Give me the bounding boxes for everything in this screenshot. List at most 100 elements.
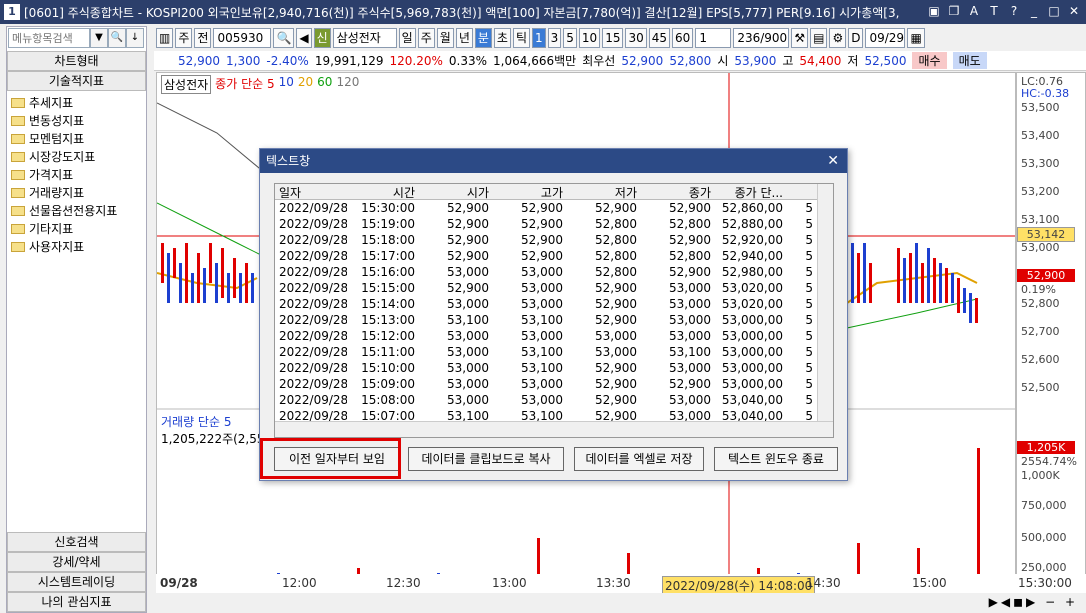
table-row[interactable]: 2022/09/28 15:19:00 52,900 52,900 52,800 52,8… (275, 216, 833, 232)
minimize-icon[interactable]: _ (1026, 3, 1042, 19)
buy-button[interactable]: 매수 (912, 52, 947, 69)
range-field[interactable]: 236/900 (733, 28, 790, 48)
system-trading-button[interactable]: 시스템트레이딩 (7, 572, 146, 592)
interval-30[interactable]: 30 (625, 28, 647, 48)
tree-item[interactable]: 기타지표 (11, 220, 142, 238)
market-select[interactable]: 주 (175, 28, 193, 48)
period-day[interactable]: 일 (398, 28, 416, 48)
low: 52,500 (864, 53, 907, 68)
table-row[interactable]: 2022/09/28 15:16:00 53,000 53,000 52,800 52,9… (275, 264, 833, 280)
table-row[interactable]: 2022/09/28 15:11:00 53,000 53,100 53,000 53,1… (275, 344, 833, 360)
sound-icon[interactable]: ◀ (296, 28, 312, 48)
window-title: [0601] 주식종합차트 - KOSPI200 외국인보유[2,940,716… (24, 5, 900, 20)
title-bar: 1 [0601] 주식종합차트 - KOSPI200 외국인보유[2,940,7… (0, 0, 1086, 24)
tool-icon[interactable]: ⚒ (791, 28, 809, 48)
table-cell: 53,000 (669, 393, 711, 407)
my-indicator-button[interactable]: 나의 관심지표 (7, 592, 146, 612)
dropdown-icon[interactable]: ▼ (90, 28, 108, 48)
table-row[interactable]: 2022/09/28 15:12:00 53,000 53,000 53,000 53,0… (275, 328, 833, 344)
x-tick: 13:00 (492, 576, 527, 590)
horizontal-scrollbar[interactable] (275, 421, 833, 437)
tech-indicator-button[interactable]: 기술적지표 (7, 71, 146, 91)
save-icon[interactable]: ▤ (810, 28, 828, 48)
period-minute[interactable]: 분 (474, 28, 492, 48)
table-cell: 53,000 (595, 345, 637, 359)
table-row[interactable]: 2022/09/28 15:17:00 52,900 52,900 52,800 52,8… (275, 248, 833, 264)
table-row[interactable]: 2022/09/28 15:10:00 53,000 53,100 52,900 53,0… (275, 360, 833, 376)
tick-label: 250,000 (1021, 561, 1067, 574)
table-cell: 52,900 (669, 377, 711, 391)
count-input[interactable]: 1 (695, 28, 732, 48)
table-cell: 5 (805, 361, 813, 375)
tree-item[interactable]: 시장강도지표 (11, 148, 142, 166)
vertical-scrollbar[interactable] (817, 184, 833, 437)
close-icon[interactable]: ✕ (827, 149, 839, 173)
sell-button[interactable]: 매도 (952, 52, 987, 69)
zoom-controls[interactable]: ▶◀◼▶ − + (989, 595, 1078, 609)
t-icon[interactable]: T (986, 3, 1002, 19)
table-cell: 53,000 (669, 313, 711, 327)
window-icon[interactable]: ▣ (926, 3, 942, 19)
strength-button[interactable]: 강세/약세 (7, 552, 146, 572)
maximize-icon[interactable]: □ (1046, 3, 1062, 19)
x-tick: 15:00 (912, 576, 947, 590)
interval-10[interactable]: 10 (578, 28, 601, 48)
copy-to-clipboard-button[interactable]: 데이터를 클립보드로 복사 (408, 447, 564, 471)
chart-icon[interactable]: ▥ (156, 28, 174, 48)
help-icon[interactable]: ? (1006, 3, 1022, 19)
table-row[interactable]: 2022/09/28 15:09:00 53,000 53,000 52,900 52,9… (275, 376, 833, 392)
period-second[interactable]: 초 (493, 28, 511, 48)
table-cell: 2022/09/28 (279, 377, 347, 391)
tree-item[interactable]: 거래량지표 (11, 184, 142, 202)
table-row[interactable]: 2022/09/28 15:13:00 53,100 53,100 52,900 53,0… (275, 312, 833, 328)
bottom-scroll-bar[interactable]: ▶◀◼▶ − + (154, 593, 1086, 613)
menu-search-input[interactable] (8, 28, 90, 48)
tree-item[interactable]: 추세지표 (11, 94, 142, 112)
current-price-marker: 52,900 (1017, 269, 1075, 282)
tree-item[interactable]: 가격지표 (11, 166, 142, 184)
stock-name-field[interactable]: 삼성전자 (332, 28, 397, 48)
interval-5[interactable]: 5 (563, 28, 577, 48)
close-text-window-button[interactable]: 텍스트 윈도우 종료 (714, 447, 838, 471)
period-tick[interactable]: 틱 (512, 28, 530, 48)
period-month[interactable]: 월 (436, 28, 454, 48)
interval-60[interactable]: 60 (672, 28, 694, 48)
down-arrow-icon[interactable]: ↓ (126, 28, 144, 48)
table-row[interactable]: 2022/09/28 15:14:00 53,000 53,000 52,900 53,0… (275, 296, 833, 312)
volume-marker-rate: 2554.74% (1021, 455, 1077, 468)
table-row[interactable]: 2022/09/28 15:08:00 53,000 53,000 52,900 53,0… (275, 392, 833, 408)
tree-item[interactable]: 사용자지표 (11, 238, 142, 256)
table-row[interactable]: 2022/09/28 15:18:00 52,900 52,900 52,800 52,9… (275, 232, 833, 248)
interval-1[interactable]: 1 (532, 28, 546, 48)
search-icon[interactable]: 🔍 (108, 28, 126, 48)
save-to-excel-button[interactable]: 데이터를 엑셀로 저장 (574, 447, 704, 471)
restore-icon[interactable]: ❐ (946, 3, 962, 19)
prev-button[interactable]: 전 (194, 28, 212, 48)
interval-3[interactable]: 3 (547, 28, 562, 48)
close-icon[interactable]: ✕ (1066, 3, 1082, 19)
calendar-icon[interactable]: ▦ (907, 28, 925, 48)
signal-search-button[interactable]: 신호검색 (7, 532, 146, 552)
table-cell: 52,900 (669, 233, 711, 247)
font-icon[interactable]: A (966, 3, 982, 19)
period-year[interactable]: 년 (455, 28, 473, 48)
date-input[interactable]: 09/29 (865, 28, 906, 48)
new-badge[interactable]: 신 (313, 28, 331, 48)
tree-item[interactable]: 선물옵션전용지표 (11, 202, 142, 220)
interval-45[interactable]: 45 (648, 28, 671, 48)
vol-rate: 120.20% (389, 53, 443, 68)
search-icon[interactable]: 🔍 (273, 28, 295, 48)
period-week[interactable]: 주 (417, 28, 435, 48)
chart-type-button[interactable]: 차트형태 (7, 51, 146, 71)
tree-item[interactable]: 변동성지표 (11, 112, 142, 130)
tree-item[interactable]: 모멘텀지표 (11, 130, 142, 148)
table-row[interactable]: 2022/09/28 15:15:00 52,900 53,000 52,900 53,0… (275, 280, 833, 296)
date-check[interactable]: D (848, 28, 864, 48)
code-input[interactable]: 005930 (213, 28, 272, 48)
table-row[interactable]: 2022/09/28 15:30:00 52,900 52,900 52,900 52,9… (275, 200, 833, 216)
table-cell: 2022/09/28 (279, 329, 347, 343)
gear-icon[interactable]: ⚙ (829, 28, 847, 48)
data-grid[interactable]: 일자 시간 시가 고가 저가 종가 종가 단... 2022/09/28 15:3… (274, 183, 834, 438)
table-cell: 5 (805, 265, 813, 279)
interval-15[interactable]: 15 (602, 28, 624, 48)
